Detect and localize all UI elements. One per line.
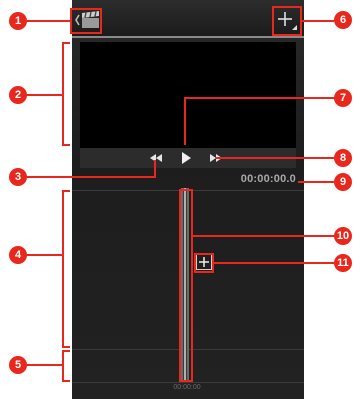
callout-3-badge: 3	[9, 168, 27, 186]
callout-7-vline	[184, 97, 186, 145]
callout-5-line	[26, 364, 62, 366]
callout-6-badge: 6	[334, 11, 352, 29]
callout-10-badge: 10	[334, 227, 352, 245]
callout-8-badge: 8	[334, 149, 352, 167]
callout-5-bracket	[62, 350, 70, 382]
callout-4-line	[26, 254, 62, 256]
callout-10-line	[193, 235, 334, 237]
callout-6-line	[302, 20, 334, 22]
callout-10-box	[179, 189, 193, 382]
callout-11-badge: 11	[334, 254, 352, 272]
video-preview[interactable]	[80, 42, 296, 148]
callout-9-badge: 9	[334, 173, 352, 191]
timeline-bottom-divider	[72, 382, 304, 383]
callout-3-hline	[26, 176, 156, 178]
callout-2-line	[26, 94, 62, 96]
callout-1-badge: 1	[9, 12, 27, 30]
callout-2-bracket	[62, 42, 70, 146]
callout-6-box	[272, 6, 302, 36]
play-button[interactable]	[178, 150, 194, 166]
callout-7-badge: 7	[334, 89, 352, 107]
rewind-icon	[150, 154, 162, 162]
top-bar	[72, 0, 304, 38]
timeline-ruler-time: 00:00:00	[173, 384, 201, 391]
callout-11-box	[194, 253, 214, 273]
callout-1-box	[70, 8, 102, 34]
callout-8-line	[216, 157, 334, 159]
callout-7-hline	[184, 97, 335, 99]
current-timecode: 00:00:00.0	[240, 173, 296, 185]
callout-9-line	[298, 181, 334, 183]
callout-2-badge: 2	[9, 86, 27, 104]
callout-4-bracket	[62, 190, 70, 348]
callout-1-line	[26, 20, 70, 22]
callout-4-badge: 4	[9, 246, 27, 264]
callout-5-badge: 5	[9, 356, 27, 374]
callout-11-line	[214, 262, 334, 264]
preview-canvas	[80, 42, 296, 148]
rewind-button[interactable]	[148, 150, 164, 166]
play-icon	[182, 152, 191, 164]
